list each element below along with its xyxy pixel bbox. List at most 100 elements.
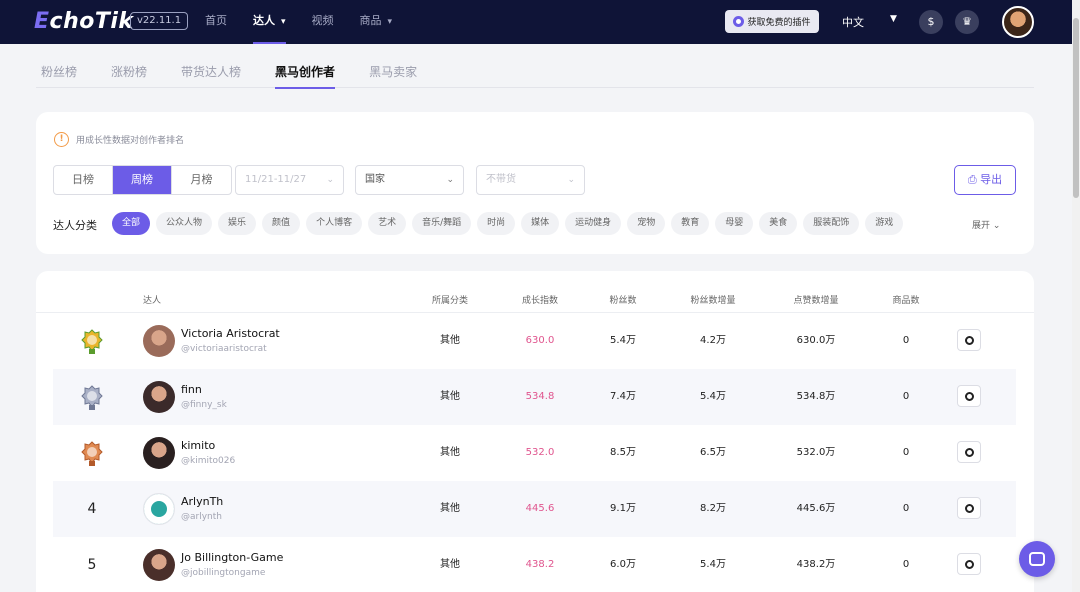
language-select[interactable]: 中文 <box>842 14 864 30</box>
cell-growth: 438.2 <box>525 559 555 570</box>
category-chip[interactable]: 教育 <box>671 212 710 235</box>
date-range-select[interactable]: 11/21-11/27 ⌄ <box>235 165 344 195</box>
user-avatar[interactable] <box>1002 6 1034 38</box>
main-nav: 首页 达人 ▾ 视频 商品 ▾ <box>205 0 418 44</box>
table-row[interactable]: Victoria Aristocrat @victoriaaristocrat … <box>53 313 1016 369</box>
nav-creators[interactable]: 达人 ▾ <box>253 0 286 44</box>
tiktok-link-button[interactable] <box>957 497 981 519</box>
cell-likes-growth: 445.6万 <box>796 503 836 514</box>
cell-products: 0 <box>902 335 910 346</box>
category-chip[interactable]: 美食 <box>759 212 798 235</box>
cell-growth: 630.0 <box>525 335 555 346</box>
table-row[interactable]: finn @finny_sk 其他 534.8 7.4万 5.4万 534.8万… <box>53 369 1016 425</box>
creator-name[interactable]: ArlynTh <box>181 495 223 508</box>
cell-likes-growth: 630.0万 <box>796 335 836 346</box>
tab-fan-growth[interactable]: 涨粉榜 <box>111 44 147 88</box>
category-chip[interactable]: 服装配饰 <box>803 212 860 235</box>
period-monthly[interactable]: 月榜 <box>172 166 231 194</box>
period-daily[interactable]: 日榜 <box>54 166 113 194</box>
tab-dark-horse-creators[interactable]: 黑马创作者 <box>275 44 336 89</box>
sales-select[interactable]: 不带货 ⌄ <box>476 165 585 195</box>
category-chip[interactable]: 母婴 <box>715 212 754 235</box>
tiktok-link-button[interactable] <box>957 553 981 575</box>
header-creator: 达人 <box>143 296 162 306</box>
creator-handle: @victoriaaristocrat <box>181 344 267 354</box>
category-chip[interactable]: 音乐/舞蹈 <box>412 212 472 235</box>
cell-category: 其他 <box>440 447 460 458</box>
cell-likes-growth: 534.8万 <box>796 391 836 402</box>
scrollbar-thumb[interactable] <box>1073 18 1079 198</box>
tab-dark-horse-sellers[interactable]: 黑马卖家 <box>369 44 417 88</box>
tab-fans[interactable]: 粉丝榜 <box>41 44 77 88</box>
cell-fans-growth: 4.2万 <box>700 335 726 346</box>
cell-products: 0 <box>902 503 910 514</box>
creator-handle: @finny_sk <box>181 400 227 410</box>
category-chip-all[interactable]: 全部 <box>112 212 151 235</box>
chevron-down-icon: ▾ <box>387 17 393 27</box>
category-chip[interactable]: 娱乐 <box>218 212 257 235</box>
cell-fans: 7.4万 <box>610 391 636 402</box>
header-likes-growth[interactable]: 点赞数增量 <box>793 293 838 306</box>
echotik-logo[interactable]: EchoTik <box>34 9 134 34</box>
header-products[interactable]: 商品数 <box>892 293 919 306</box>
cell-fans-growth: 6.5万 <box>700 447 726 458</box>
top-navbar: EchoTik v22.11.1 首页 达人 ▾ 视频 商品 ▾ 获取免费的插件 中… <box>0 0 1072 44</box>
cell-fans-growth: 5.4万 <box>700 559 726 570</box>
cell-category: 其他 <box>440 391 460 402</box>
category-chip[interactable]: 颜值 <box>262 212 301 235</box>
cell-likes-growth: 532.0万 <box>796 447 836 458</box>
header-growth[interactable]: 成长指数 <box>522 293 558 306</box>
tiktok-icon <box>964 559 974 569</box>
table-row[interactable]: kimito @kimito026 其他 532.0 8.5万 6.5万 532… <box>53 425 1016 481</box>
header-category: 所属分类 <box>431 296 469 306</box>
creator-name[interactable]: kimito <box>181 439 215 452</box>
nav-videos[interactable]: 视频 <box>312 0 334 44</box>
expand-categories-button[interactable]: 展开 ⌄ <box>972 218 1000 231</box>
creator-name[interactable]: Victoria Aristocrat <box>181 327 280 340</box>
table-row[interactable]: 5 Jo Billington-Game @jobillingtongame 其… <box>53 537 1016 592</box>
header-fans-growth[interactable]: 粉丝数增量 <box>690 293 735 306</box>
tiktok-icon <box>964 503 974 513</box>
category-chip[interactable]: 艺术 <box>368 212 407 235</box>
creator-avatar[interactable] <box>143 325 175 357</box>
chat-support-button[interactable] <box>1019 541 1055 577</box>
get-plugin-button[interactable]: 获取免费的插件 <box>725 10 819 33</box>
caret-down-icon[interactable]: ▼ <box>890 14 897 24</box>
creator-avatar[interactable] <box>143 437 175 469</box>
category-chip[interactable]: 宠物 <box>627 212 666 235</box>
nav-home[interactable]: 首页 <box>205 0 227 44</box>
category-chip[interactable]: 公众人物 <box>156 212 213 235</box>
header-fans[interactable]: 粉丝数 <box>609 293 636 306</box>
category-label: 达人分类 <box>53 219 97 232</box>
creator-avatar[interactable] <box>143 549 175 581</box>
period-weekly[interactable]: 周榜 <box>113 166 172 194</box>
category-chip[interactable]: 媒体 <box>521 212 560 235</box>
nav-products[interactable]: 商品 ▾ <box>360 0 393 44</box>
tiktok-link-button[interactable] <box>957 385 981 407</box>
chevron-down-icon: ⌄ <box>992 221 1001 231</box>
tiktok-link-button[interactable] <box>957 329 981 351</box>
tiktok-link-button[interactable] <box>957 441 981 463</box>
creator-avatar[interactable] <box>143 493 175 525</box>
category-chip[interactable]: 运动健身 <box>565 212 622 235</box>
tab-sales-creators[interactable]: 带货达人榜 <box>181 44 241 88</box>
category-chip[interactable]: 游戏 <box>865 212 904 235</box>
creator-name[interactable]: finn <box>181 383 202 396</box>
dollar-icon[interactable]: $ <box>919 10 943 34</box>
category-chip[interactable]: 时尚 <box>477 212 516 235</box>
tiktok-icon <box>964 391 974 401</box>
crown-icon[interactable]: ♛ <box>955 10 979 34</box>
ranking-tabs: 粉丝榜 涨粉榜 带货达人榜 黑马创作者 黑马卖家 <box>36 44 1034 89</box>
country-select[interactable]: 国家 ⌄ <box>355 165 464 195</box>
cell-fans: 9.1万 <box>610 503 636 514</box>
category-chip[interactable]: 个人博客 <box>306 212 363 235</box>
gold-medal-icon <box>81 329 103 354</box>
creator-handle: @arlynth <box>181 512 222 522</box>
export-button[interactable]: ⎙ 导出 <box>954 165 1016 195</box>
cell-growth: 532.0 <box>525 447 555 458</box>
table-row[interactable]: 4 ArlynTh @arlynth 其他 445.6 9.1万 8.2万 44… <box>53 481 1016 537</box>
cell-category: 其他 <box>440 503 460 514</box>
creator-avatar[interactable] <box>143 381 175 413</box>
cell-fans-growth: 5.4万 <box>700 391 726 402</box>
creator-name[interactable]: Jo Billington-Game <box>181 551 283 564</box>
